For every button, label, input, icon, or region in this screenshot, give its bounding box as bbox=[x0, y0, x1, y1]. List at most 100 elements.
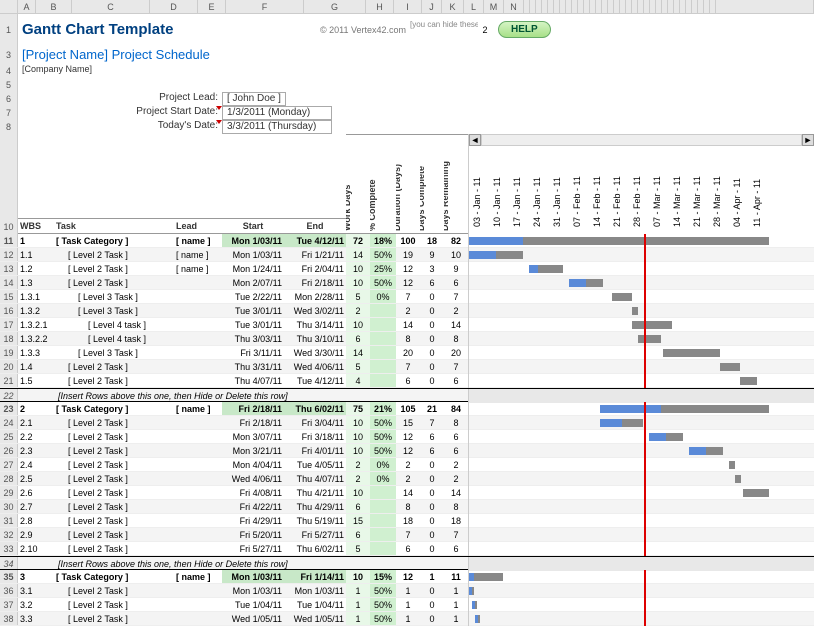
lead-cell[interactable] bbox=[174, 500, 222, 513]
end-cell[interactable]: Wed 3/30/11 bbox=[284, 346, 346, 359]
wbs-cell[interactable]: 2.10 bbox=[18, 542, 54, 555]
pct-cell[interactable]: 50% bbox=[370, 584, 396, 597]
lead-cell[interactable] bbox=[174, 598, 222, 611]
end-cell[interactable]: Thu 6/02/11 bbox=[284, 402, 346, 415]
end-cell[interactable]: Fri 2/18/11 bbox=[284, 276, 346, 289]
duration-cell[interactable]: 20 bbox=[396, 346, 420, 359]
duration-cell[interactable]: 7 bbox=[396, 528, 420, 541]
pct-cell[interactable]: 50% bbox=[370, 444, 396, 457]
days-complete-cell[interactable]: 0 bbox=[420, 528, 444, 541]
task-cell[interactable]: [ Level 2 Task ] bbox=[54, 444, 174, 457]
workdays-cell[interactable]: 10 bbox=[346, 276, 370, 289]
workdays-cell[interactable]: 2 bbox=[346, 458, 370, 471]
task-cell[interactable]: [ Level 2 Task ] bbox=[54, 612, 174, 625]
days-complete-cell[interactable]: 0 bbox=[420, 514, 444, 527]
wbs-cell[interactable]: 2.5 bbox=[18, 472, 54, 485]
start-cell[interactable]: Wed 4/06/11 bbox=[222, 472, 284, 485]
workdays-cell[interactable]: 4 bbox=[346, 374, 370, 387]
workdays-cell[interactable]: 10 bbox=[346, 318, 370, 331]
wbs-cell[interactable]: 1 bbox=[18, 234, 54, 247]
days-remaining-cell[interactable]: 6 bbox=[444, 374, 468, 387]
lead-cell[interactable] bbox=[174, 472, 222, 485]
start-cell[interactable]: Wed 1/05/11 bbox=[222, 612, 284, 625]
pct-cell[interactable] bbox=[370, 528, 396, 541]
start-cell[interactable]: Fri 5/27/11 bbox=[222, 542, 284, 555]
duration-cell[interactable]: 1 bbox=[396, 612, 420, 625]
days-remaining-cell[interactable]: 9 bbox=[444, 262, 468, 275]
gantt-scroll-track[interactable] bbox=[481, 134, 802, 146]
task-cell[interactable]: [ Level 2 Task ] bbox=[54, 458, 174, 471]
duration-cell[interactable]: 1 bbox=[396, 584, 420, 597]
days-remaining-cell[interactable]: 10 bbox=[444, 248, 468, 261]
pct-cell[interactable]: 50% bbox=[370, 598, 396, 611]
end-cell[interactable]: Thu 3/14/11 bbox=[284, 318, 346, 331]
days-complete-cell[interactable]: 3 bbox=[420, 262, 444, 275]
end-cell[interactable]: Thu 6/02/11 bbox=[284, 542, 346, 555]
task-cell[interactable]: [ Level 2 Task ] bbox=[54, 374, 174, 387]
workdays-cell[interactable]: 10 bbox=[346, 444, 370, 457]
duration-cell[interactable]: 6 bbox=[396, 374, 420, 387]
start-cell[interactable]: Mon 3/21/11 bbox=[222, 444, 284, 457]
project-start-value[interactable]: 1/3/2011 (Monday) bbox=[222, 106, 332, 120]
end-cell[interactable]: Fri 3/18/11 bbox=[284, 430, 346, 443]
today-date-value[interactable]: 3/3/2011 (Thursday) bbox=[222, 120, 332, 134]
lead-cell[interactable] bbox=[174, 486, 222, 499]
pct-cell[interactable]: 50% bbox=[370, 416, 396, 429]
wbs-cell[interactable]: 2.1 bbox=[18, 416, 54, 429]
task-cell[interactable]: [ Level 2 Task ] bbox=[54, 430, 174, 443]
end-cell[interactable]: Thu 5/19/11 bbox=[284, 514, 346, 527]
workdays-cell[interactable]: 1 bbox=[346, 584, 370, 597]
days-complete-cell[interactable]: 0 bbox=[420, 598, 444, 611]
start-cell[interactable]: Fri 3/11/11 bbox=[222, 346, 284, 359]
workdays-cell[interactable]: 6 bbox=[346, 528, 370, 541]
task-cell[interactable]: [ Level 2 Task ] bbox=[54, 276, 174, 289]
lead-cell[interactable] bbox=[174, 276, 222, 289]
wbs-cell[interactable]: 2.8 bbox=[18, 514, 54, 527]
end-cell[interactable]: Fri 2/04/11 bbox=[284, 262, 346, 275]
days-complete-cell[interactable]: 0 bbox=[420, 612, 444, 625]
start-cell[interactable]: Tue 1/04/11 bbox=[222, 598, 284, 611]
days-remaining-cell[interactable]: 6 bbox=[444, 276, 468, 289]
workdays-cell[interactable]: 15 bbox=[346, 514, 370, 527]
workdays-cell[interactable]: 5 bbox=[346, 542, 370, 555]
days-remaining-cell[interactable]: 1 bbox=[444, 598, 468, 611]
workdays-cell[interactable]: 14 bbox=[346, 248, 370, 261]
pct-cell[interactable] bbox=[370, 304, 396, 317]
lead-cell[interactable] bbox=[174, 318, 222, 331]
wbs-cell[interactable]: 2.9 bbox=[18, 528, 54, 541]
start-cell[interactable]: Mon 3/07/11 bbox=[222, 430, 284, 443]
start-cell[interactable]: Mon 1/24/11 bbox=[222, 262, 284, 275]
workdays-cell[interactable]: 5 bbox=[346, 290, 370, 303]
days-remaining-cell[interactable]: 8 bbox=[444, 500, 468, 513]
days-remaining-cell[interactable]: 6 bbox=[444, 430, 468, 443]
workdays-cell[interactable]: 14 bbox=[346, 346, 370, 359]
pct-cell[interactable]: 50% bbox=[370, 248, 396, 261]
start-cell[interactable]: Mon 1/03/11 bbox=[222, 234, 284, 247]
duration-cell[interactable]: 105 bbox=[396, 402, 420, 415]
wbs-cell[interactable]: 3 bbox=[18, 570, 54, 583]
end-cell[interactable]: Tue 4/12/11 bbox=[284, 374, 346, 387]
task-cell[interactable]: [ Level 2 Task ] bbox=[54, 360, 174, 373]
task-cell[interactable]: [ Level 3 Task ] bbox=[54, 304, 174, 317]
days-remaining-cell[interactable]: 8 bbox=[444, 332, 468, 345]
duration-cell[interactable]: 12 bbox=[396, 570, 420, 583]
project-lead-value[interactable]: [ John Doe ] bbox=[222, 92, 286, 106]
start-cell[interactable]: Fri 4/08/11 bbox=[222, 486, 284, 499]
duration-cell[interactable]: 6 bbox=[396, 542, 420, 555]
pct-cell[interactable]: 21% bbox=[370, 402, 396, 415]
days-complete-cell[interactable]: 0 bbox=[420, 332, 444, 345]
task-cell[interactable]: [ Level 2 Task ] bbox=[54, 528, 174, 541]
task-cell[interactable]: [ Task Category ] bbox=[54, 234, 174, 247]
days-remaining-cell[interactable]: 2 bbox=[444, 304, 468, 317]
pct-cell[interactable]: 50% bbox=[370, 612, 396, 625]
lead-cell[interactable] bbox=[174, 458, 222, 471]
days-complete-cell[interactable]: 0 bbox=[420, 472, 444, 485]
workdays-cell[interactable]: 5 bbox=[346, 360, 370, 373]
days-complete-cell[interactable]: 0 bbox=[420, 360, 444, 373]
end-cell[interactable]: Fri 5/27/11 bbox=[284, 528, 346, 541]
start-cell[interactable]: Mon 1/03/11 bbox=[222, 248, 284, 261]
days-complete-cell[interactable]: 21 bbox=[420, 402, 444, 415]
task-cell[interactable]: [ Level 2 Task ] bbox=[54, 416, 174, 429]
pct-cell[interactable] bbox=[370, 514, 396, 527]
task-cell[interactable]: [ Level 2 Task ] bbox=[54, 472, 174, 485]
